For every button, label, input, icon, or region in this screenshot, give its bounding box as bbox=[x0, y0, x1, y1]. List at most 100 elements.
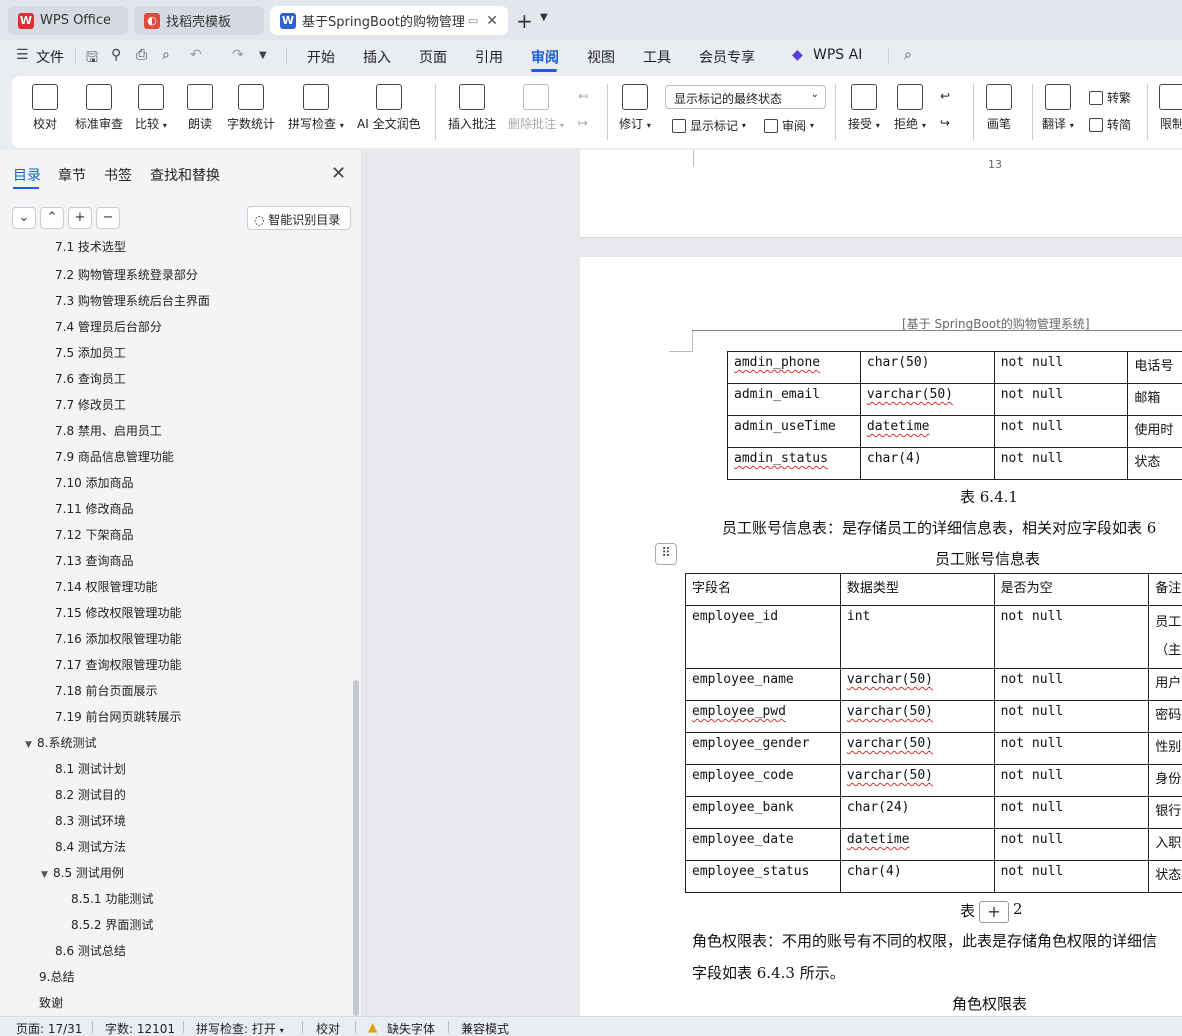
next-comment-icon[interactable]: ↦ bbox=[578, 116, 588, 130]
proofread-indicator[interactable]: 校对 bbox=[316, 1020, 340, 1036]
toc-item[interactable]: 7.15 修改权限管理功能 bbox=[55, 604, 182, 621]
toc-item[interactable]: 7.5 添加员工 bbox=[55, 344, 126, 361]
toc-item[interactable]: 7.14 权限管理功能 bbox=[55, 578, 158, 595]
table-cell[interactable]: 性别 bbox=[1148, 732, 1182, 765]
table-cell[interactable]: admin_useTime bbox=[727, 415, 861, 448]
table-cell[interactable]: 状态 bbox=[1148, 860, 1182, 893]
menu-reference[interactable]: 引用 bbox=[475, 47, 503, 67]
page-indicator[interactable]: 页面: 17/31 bbox=[16, 1020, 82, 1036]
link-icon[interactable]: ⚲ bbox=[111, 47, 121, 63]
toc-item[interactable]: 7.19 前台网页跳转展示 bbox=[55, 708, 182, 725]
table-cell[interactable]: not null bbox=[993, 796, 1150, 829]
spell-check-button[interactable]: 拼写检查 ▾ bbox=[288, 84, 344, 132]
word-count-indicator[interactable]: 字数: 12101 bbox=[105, 1020, 175, 1036]
toc-item[interactable]: 7.8 禁用、启用员工 bbox=[55, 422, 162, 439]
quick-access-dropdown-icon[interactable]: ▼ bbox=[259, 50, 267, 61]
table-cell[interactable]: employee_date bbox=[685, 828, 841, 861]
table-cell[interactable]: 用户 bbox=[1148, 668, 1182, 701]
compat-mode-indicator[interactable]: 兼容模式 bbox=[461, 1020, 509, 1036]
table-cell[interactable]: 银行 bbox=[1148, 796, 1182, 829]
redo-icon[interactable]: ↷ bbox=[232, 47, 244, 63]
reject-button[interactable]: 拒绝 ▾ bbox=[894, 84, 926, 132]
table-cell[interactable]: not null bbox=[993, 668, 1150, 701]
close-tab-icon[interactable]: ✕ bbox=[486, 13, 498, 29]
compare-button[interactable]: 比较 ▾ bbox=[135, 84, 167, 132]
print-icon[interactable]: ⎙ bbox=[136, 47, 147, 63]
table-cell[interactable]: employee_id bbox=[685, 605, 841, 669]
missing-font-indicator[interactable]: 缺失字体 bbox=[387, 1020, 435, 1036]
menu-wps-ai[interactable]: WPS AI bbox=[813, 47, 862, 63]
table-cell[interactable]: char(24) bbox=[839, 796, 995, 829]
menu-insert[interactable]: 插入 bbox=[363, 47, 391, 67]
to-traditional-button[interactable]: 转繁 bbox=[1089, 89, 1131, 106]
toc-item[interactable]: 7.13 查询商品 bbox=[55, 552, 134, 569]
add-row-button[interactable]: + bbox=[979, 901, 1009, 923]
print-preview-icon[interactable]: ⌕ bbox=[162, 47, 170, 63]
expand-up-button[interactable]: ⌃ bbox=[40, 207, 64, 229]
tab-chapters[interactable]: 章节 bbox=[58, 165, 86, 185]
table-cell[interactable]: varchar(50) bbox=[839, 668, 995, 701]
table-cell[interactable]: char(4) bbox=[859, 447, 995, 480]
table-cell[interactable]: varchar(50) bbox=[859, 383, 995, 416]
toc-item[interactable]: 8.4 测试方法 bbox=[55, 838, 126, 855]
table-cell[interactable]: employee_status bbox=[685, 860, 841, 893]
translate-button[interactable]: 翻译 ▾ bbox=[1042, 84, 1074, 132]
table-move-handle[interactable]: ⠿ bbox=[655, 543, 677, 565]
menu-page[interactable]: 页面 bbox=[419, 47, 447, 67]
toc-item[interactable]: 7.1 技术选型 bbox=[55, 238, 126, 255]
table-cell[interactable]: not null bbox=[993, 828, 1150, 861]
tab-document[interactable]: W 基于SpringBoot的购物管理系统 ▭ ✕ bbox=[270, 6, 508, 35]
track-changes-button[interactable]: 修订 ▾ bbox=[619, 84, 651, 132]
toc-item[interactable]: 7.18 前台页面展示 bbox=[55, 682, 158, 699]
table-header-cell[interactable]: 备注 bbox=[1148, 573, 1182, 606]
table-cell[interactable]: datetime bbox=[839, 828, 995, 861]
standard-review-button[interactable]: 标准审查 bbox=[75, 84, 123, 132]
menu-member[interactable]: 会员专享 bbox=[699, 47, 755, 67]
toc-item[interactable]: 7.4 管理员后台部分 bbox=[55, 318, 162, 335]
table-cell[interactable]: 使用时 bbox=[1127, 415, 1182, 448]
tab-docer-templates[interactable]: ◐ 找稻壳模板 bbox=[134, 6, 264, 35]
toc-item[interactable]: ▼ 8.系统测试 bbox=[25, 734, 96, 751]
menu-view[interactable]: 视图 bbox=[587, 47, 615, 67]
toc-item[interactable]: 8.6 测试总结 bbox=[55, 942, 126, 959]
table-cell[interactable]: not null bbox=[993, 732, 1150, 765]
toc-item[interactable]: 7.17 查询权限管理功能 bbox=[55, 656, 182, 673]
read-aloud-button[interactable]: 朗读 bbox=[187, 84, 213, 132]
table-cell[interactable]: amdin_status bbox=[727, 447, 861, 480]
tab-toc[interactable]: 目录 bbox=[13, 165, 41, 185]
search-icon[interactable]: ⌕ bbox=[904, 47, 912, 63]
smart-toc-button[interactable]: ◌ 智能识别目录 bbox=[247, 206, 351, 230]
markup-display-select[interactable]: 显示标记的最终状态 ⌄ bbox=[665, 85, 826, 109]
toc-scrollbar[interactable] bbox=[353, 680, 359, 1016]
menu-review[interactable]: 审阅 bbox=[531, 47, 559, 67]
toc-item[interactable]: 致谢 bbox=[39, 994, 63, 1011]
table-cell[interactable]: varchar(50) bbox=[839, 764, 995, 797]
collapse-all-button[interactable]: ⌄ bbox=[12, 207, 36, 229]
table-cell[interactable]: varchar(50) bbox=[839, 700, 995, 733]
table-cell[interactable]: not null bbox=[993, 415, 1129, 448]
table-cell[interactable]: not null bbox=[993, 764, 1150, 797]
to-simplified-button[interactable]: 转简 bbox=[1089, 116, 1131, 133]
table-cell[interactable]: datetime bbox=[859, 415, 995, 448]
table-cell[interactable]: employee_bank bbox=[685, 796, 841, 829]
tab-find-replace[interactable]: 查找和替换 bbox=[150, 165, 220, 185]
toc-item[interactable]: 9.总结 bbox=[39, 968, 74, 985]
prev-comment-icon[interactable]: ↤ bbox=[578, 89, 588, 103]
tab-wps-office[interactable]: W WPS Office bbox=[8, 6, 128, 35]
table-cell[interactable]: employee_name bbox=[685, 668, 841, 701]
review-pane-button[interactable]: 审阅 ▾ bbox=[764, 117, 814, 134]
new-tab-button[interactable]: + bbox=[516, 9, 533, 33]
toc-item[interactable]: 8.2 测试目的 bbox=[55, 786, 126, 803]
pen-button[interactable]: 画笔 bbox=[986, 84, 1012, 132]
table-cell[interactable]: not null bbox=[993, 860, 1150, 893]
accept-button[interactable]: 接受 ▾ bbox=[848, 84, 880, 132]
toc-item[interactable]: 8.1 测试计划 bbox=[55, 760, 126, 777]
table-cell[interactable]: admin_email bbox=[727, 383, 861, 416]
table-header-cell[interactable]: 字段名 bbox=[685, 573, 841, 606]
show-markup-button[interactable]: 显示标记 ▾ bbox=[672, 117, 746, 134]
menu-tools[interactable]: 工具 bbox=[643, 47, 671, 67]
table-cell[interactable]: 邮箱 bbox=[1127, 383, 1182, 416]
expanded-triangle-icon[interactable]: ▼ bbox=[25, 740, 37, 750]
undo-icon[interactable]: ↶ bbox=[190, 47, 202, 63]
restrict-button[interactable]: 限制 bbox=[1159, 84, 1182, 132]
